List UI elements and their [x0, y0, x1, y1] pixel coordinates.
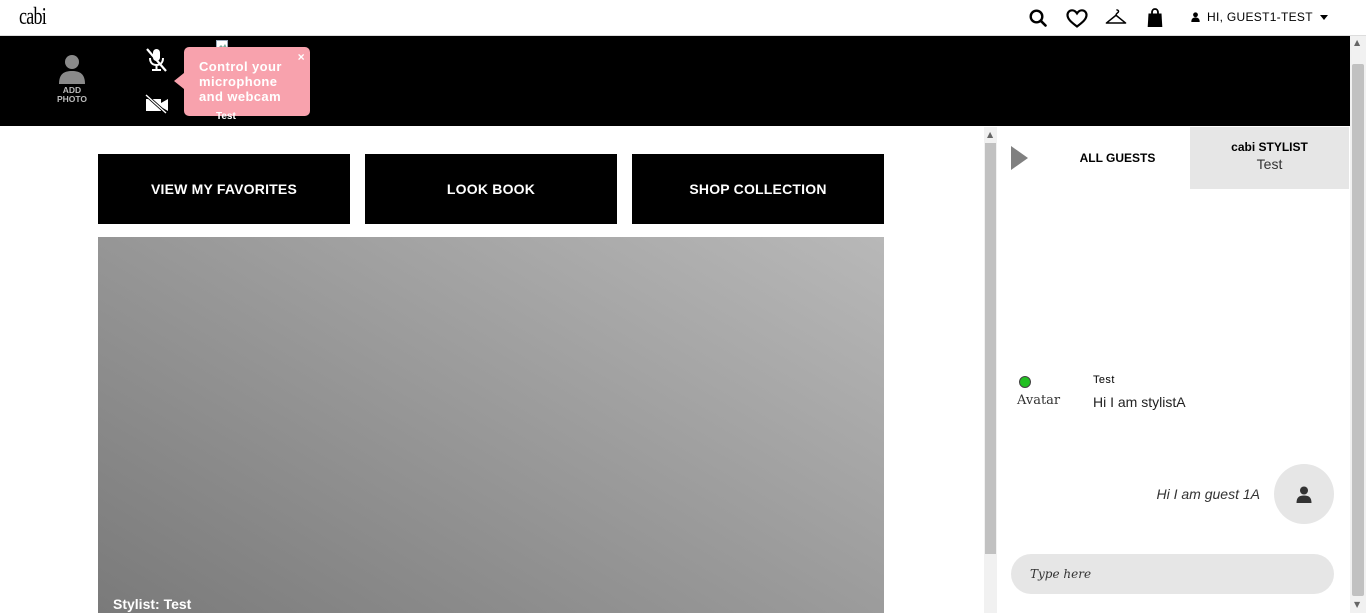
add-photo-line2: PHOTO [56, 94, 88, 104]
search-icon[interactable] [1027, 8, 1049, 28]
user-menu[interactable]: HI, GUEST1-TEST [1191, 10, 1328, 24]
page-scrollbar-thumb[interactable] [1352, 64, 1364, 596]
online-status-icon [1019, 376, 1031, 388]
tab-stylist-name: Test [1256, 156, 1283, 172]
page-scroll-up-icon[interactable]: ▲ [1354, 38, 1360, 47]
message-sender: Test [1093, 374, 1115, 386]
chat-message-input[interactable] [1011, 554, 1334, 594]
tooltip-close-button[interactable]: × [298, 50, 305, 65]
chat-message-guest: Hi I am guest 1A [1156, 464, 1334, 524]
top-header: cabi HI, GUEST1-TEST [0, 0, 1366, 36]
tab-all-guests[interactable]: ALL GUESTS [1045, 127, 1190, 189]
page-scrollbar[interactable]: ▲ ▼ [1350, 36, 1366, 613]
chat-tabs: ALL GUESTS cabi STYLIST Test [997, 127, 1349, 189]
collapse-chat-arrow-icon[interactable] [1011, 146, 1028, 170]
tab-cabi-stylist[interactable]: cabi STYLIST Test [1190, 127, 1349, 189]
tab-stylist-title: cabi STYLIST [1231, 140, 1308, 154]
heart-icon[interactable] [1066, 8, 1088, 28]
video-caption: Stylist: Test [113, 596, 192, 612]
chat-scrollbar[interactable]: ▲ [984, 127, 997, 613]
mic-muted-icon[interactable] [143, 47, 171, 77]
look-book-button[interactable]: LOOK BOOK [365, 154, 617, 224]
avatar-alt-text: Avatar [1017, 393, 1061, 408]
header-icons [1027, 8, 1166, 28]
view-favorites-button[interactable]: VIEW MY FAVORITES [98, 154, 350, 224]
participant-label: Test [216, 111, 236, 122]
user-greeting: HI, GUEST1-TEST [1207, 10, 1313, 24]
caret-down-icon [1319, 14, 1328, 20]
stylist-video: Stylist: Test [98, 237, 884, 613]
scroll-up-arrow-icon[interactable]: ▲ [987, 130, 993, 139]
user-icon [1191, 12, 1200, 22]
camera-off-icon[interactable] [144, 93, 169, 118]
tooltip-text: Control your microphone and webcam [199, 59, 282, 104]
user-avatar-icon [1296, 486, 1312, 503]
message-text: Hi I am stylistA [1093, 394, 1186, 410]
media-controls-tooltip: × Control your microphone and webcam [174, 47, 310, 116]
chat-panel: ALL GUESTS cabi STYLIST Test Avatar Test… [997, 127, 1349, 613]
page-scroll-down-icon[interactable]: ▼ [1354, 600, 1360, 609]
hanger-icon[interactable] [1105, 8, 1127, 28]
avatar [1274, 464, 1334, 524]
person-placeholder-icon [59, 55, 85, 84]
shop-collection-button[interactable]: SHOP COLLECTION [632, 154, 884, 224]
bag-icon[interactable] [1144, 8, 1166, 28]
media-bar: ADD PHOTO × Control your microphone and … [0, 36, 1350, 126]
add-photo-button[interactable]: ADD PHOTO [52, 54, 92, 104]
cabi-logo[interactable]: cabi [19, 4, 47, 31]
chat-scrollbar-thumb[interactable] [985, 143, 996, 554]
message-text: Hi I am guest 1A [1156, 486, 1261, 502]
